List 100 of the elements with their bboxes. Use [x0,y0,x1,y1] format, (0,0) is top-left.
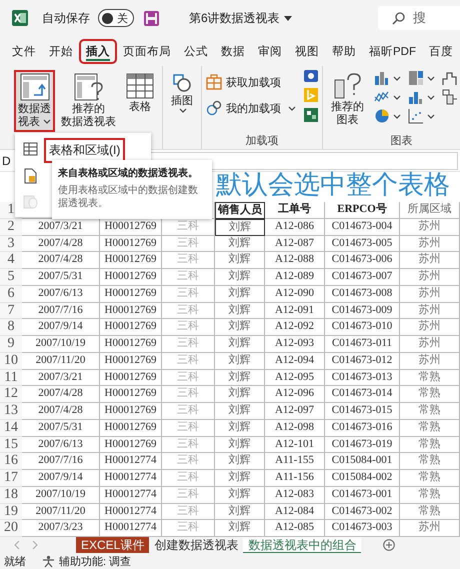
table-cell: A12-086 [265,218,325,236]
column-header-cell: 所属区域 [400,202,460,219]
row-number: 12 [0,386,22,403]
table-cell: A12-093 [265,336,325,353]
table-cell: C014673-015 [325,403,400,420]
autosave-label: 自动保存 [42,10,90,26]
table-cell: C014673-016 [325,420,400,436]
table-cell: 刘辉 [215,286,265,302]
table-cell: 常熟 [400,453,460,470]
table-cell: 苏州 [400,302,460,320]
table-cell: 刘辉 [215,386,265,403]
table-cell: 三科 [162,236,215,252]
table-cell: 2007/5/31 [22,269,100,286]
column-header-cell: 销售人员 [215,202,265,219]
table-cell: 刘辉 [215,352,265,370]
table-cell: 常熟 [400,370,460,386]
table-cell: 2007/7/16 [22,453,100,470]
table-cell: 常熟 [400,403,460,420]
table-cell: A12-090 [265,286,325,302]
table-cell: C014673-013 [325,370,400,386]
row-number: 18 [0,486,22,504]
tooltip-description: 使用表格或区域中的数据创建数据透视表。 [58,184,199,210]
table-cell: A12-083 [265,486,325,504]
row-number: 10 [0,352,22,370]
table-cell: 刘辉 [215,269,265,286]
table-cell: A11-156 [265,470,325,487]
row-number: 8 [0,319,22,336]
table-cell: A12-094 [265,352,325,370]
table-cell: A12-098 [265,420,325,436]
table-cell: 三科 [162,420,215,436]
table-cell: C014673-008 [325,286,400,302]
table-cell: 常熟 [400,420,460,436]
table-cell: C014673-004 [325,218,400,236]
row-number: 7 [0,302,22,320]
table-cell: 2007/11/20 [22,352,100,370]
table-cell: C015084-001 [325,453,400,470]
table-cell: C014673-014 [325,386,400,403]
column-header-cell: ERPCO号 [325,202,400,219]
table-cell: H00012769 [100,252,162,269]
table-cell: A12-092 [265,319,325,336]
row-number: 2 [0,218,22,236]
table-cell: 三科 [162,470,215,487]
table-cell: 刘辉 [215,436,265,454]
row-number: 3 [0,236,22,252]
table-cell: C014673-019 [325,436,400,454]
row-number: 14 [0,420,22,436]
table-cell: A11-155 [265,453,325,470]
table-cell: H00012769 [100,336,162,353]
table-cell: C014673-002 [325,504,400,520]
table-cell: 常熟 [400,486,460,504]
row-number: 13 [0,403,22,420]
table-cell: C014673-009 [325,302,400,320]
table-cell: 三科 [162,453,215,470]
table-cell: 刘辉 [215,336,265,353]
table-cell: 2007/4/28 [22,386,100,403]
table-cell: 2007/10/19 [22,486,100,504]
row-number: 5 [0,269,22,286]
table-cell: 刘辉 [215,486,265,504]
table-cell: H00012769 [100,319,162,336]
table-cell: 三科 [162,403,215,420]
table-cell: 苏州 [400,319,460,336]
table-cell: A12-087 [265,236,325,252]
table-cell: H00012769 [100,269,162,286]
table-cell: A12-097 [265,403,325,420]
table-cell: H00012769 [100,236,162,252]
table-cell: 三科 [162,252,215,269]
table-cell: 2007/10/19 [22,336,100,353]
table-cell: A12-095 [265,370,325,386]
table-cell: 刘辉 [215,252,265,269]
table-cell: A12-089 [265,269,325,286]
table-cell: 刘辉 [215,319,265,336]
row-number: 15 [0,436,22,454]
table-cell: H00012769 [100,302,162,320]
table-cell: H00012774 [100,504,162,520]
table-cell: H00012769 [100,386,162,403]
table-cell: 2007/6/13 [22,286,100,302]
table-cell: 三科 [162,386,215,403]
table-cell: 三科 [162,319,215,336]
table-cell: A12-084 [265,504,325,520]
table-cell: C015084-002 [325,470,400,487]
table-cell: 刘辉 [215,236,265,252]
table-cell: 苏州 [400,252,460,269]
table-cell: 2007/11/20 [22,504,100,520]
table-cell: C014673-007 [325,269,400,286]
table-cell: 三科 [162,336,215,353]
table-cell: H00012769 [100,352,162,370]
table-cell: 苏州 [400,236,460,252]
table-cell: 刘辉 [215,504,265,520]
table-cell: 常熟 [400,470,460,487]
table-cell: H00012769 [100,286,162,302]
table-cell: 2007/7/16 [22,302,100,320]
row-number: 9 [0,336,22,353]
table-cell: 三科 [162,286,215,302]
table-cell: 2007/9/14 [22,319,100,336]
table-cell: 三科 [162,504,215,520]
table-cell: 苏州 [400,336,460,353]
table-cell: 2007/9/14 [22,470,100,487]
group-label: 加载项 [244,134,280,149]
table-cell: 2007/4/28 [22,403,100,420]
row-number: 17 [0,470,22,487]
